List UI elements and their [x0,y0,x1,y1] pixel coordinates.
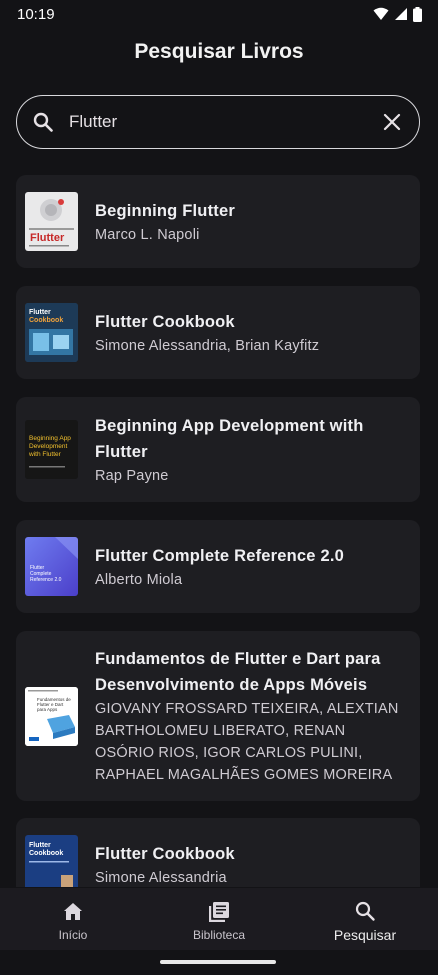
status-time: 10:19 [17,5,55,23]
svg-text:Flutter: Flutter [29,309,51,316]
search-input[interactable] [69,112,379,132]
book-cover: Fundamentos de Flutter e Dart para Apps [25,686,78,746]
nav-label: Pesquisar [333,927,397,943]
book-cover: Flutter Complete Reference 2.0 [25,537,78,596]
status-bar: 10:19 [0,0,438,28]
search-icon [31,110,55,134]
library-icon [207,900,231,924]
svg-text:Reference 2.0: Reference 2.0 [30,577,62,583]
book-cover: Flutter [25,192,78,251]
page-title: Pesquisar Livros [134,40,304,63]
svg-text:Cookbook: Cookbook [29,317,63,324]
svg-text:with Flutter: with Flutter [28,451,62,458]
list-item[interactable]: Beginning App Development with Flutter Beg… [16,397,420,502]
book-title: Flutter Cookbook [95,312,235,331]
book-title: Beginning App Development with Flutter [95,416,364,461]
book-cover: Flutter Cookbook [25,835,78,887]
book-title: Beginning Flutter [95,201,235,220]
list-item[interactable]: Flutter Cookbook Flutter Cookbook Simone … [16,818,420,887]
svg-text:Beginning App: Beginning App [29,435,71,442]
svg-text:Flutter: Flutter [29,842,51,849]
nav-item-inicio[interactable]: Início [0,888,146,950]
book-authors: Alberto Miola [95,571,183,588]
search-icon [353,899,377,923]
signal-icon [395,8,407,20]
list-item[interactable]: Fundamentos de Flutter e Dart para Apps Fu… [16,631,420,801]
book-authors: Marco L. Napoli [95,226,200,243]
book-authors: GIOVANY FROSSARD TEIXEIRA, ALEXTIAN BART… [95,701,399,783]
nav-item-pesquisar[interactable]: Pesquisar [292,888,438,950]
status-icons [373,6,422,22]
list-item[interactable]: Flutter Cookbook Flutter Cookbook Simone … [16,286,420,379]
bottom-navigation: Início Biblioteca Pesquisar [0,888,438,950]
svg-text:Development: Development [29,443,67,450]
list-item[interactable]: Flutter Beginning Flutter Marco L. Napol… [16,175,420,268]
nav-item-biblioteca[interactable]: Biblioteca [146,888,292,950]
wifi-icon [373,7,389,20]
book-title: Fundamentos de Flutter e Dart para Desen… [95,650,381,694]
book-authors: Simone Alessandria [95,869,227,886]
nav-label: Início [58,928,88,942]
book-title: Flutter Complete Reference 2.0 [95,546,344,565]
gesture-area [0,950,438,975]
nav-label: Biblioteca [192,928,246,942]
close-icon [383,113,401,131]
search-bar[interactable] [16,95,420,149]
home-indicator[interactable] [160,960,276,964]
list-item[interactable]: Flutter Complete Reference 2.0 Flutter Com… [16,520,420,613]
results-list[interactable]: Flutter Beginning Flutter Marco L. Napol… [0,160,438,887]
svg-text:Flutter: Flutter [30,232,65,244]
book-cover: Flutter Cookbook [25,303,78,362]
svg-text:para Apps: para Apps [37,707,58,712]
svg-text:Cookbook: Cookbook [29,850,63,857]
home-icon [61,900,85,924]
book-authors: Simone Alessandria, Brian Kayfitz [95,337,320,354]
book-authors: Rap Payne [95,467,169,484]
clear-search-button[interactable] [379,109,405,135]
battery-icon [413,6,422,22]
book-cover: Beginning App Development with Flutter [25,420,78,479]
book-title: Flutter Cookbook [95,844,235,863]
